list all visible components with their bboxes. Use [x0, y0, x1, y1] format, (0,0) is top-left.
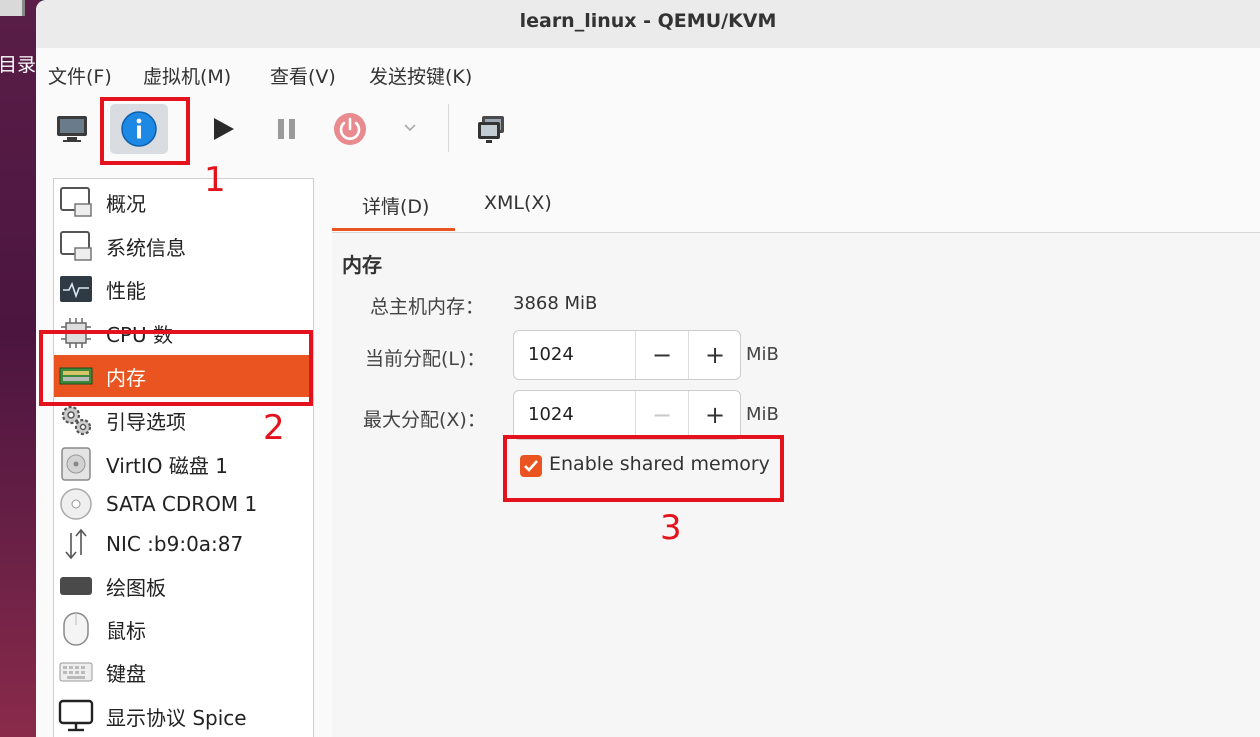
max-allocation-input[interactable]: 1024: [528, 404, 574, 425]
cdrom-icon: [58, 487, 94, 521]
annotation-number-2: 2: [263, 408, 285, 448]
memory-details-panel: 内存 总主机内存： 3868 MiB 当前分配(L)： 1024 − + MiB…: [332, 233, 1260, 737]
current-allocation-input[interactable]: 1024: [528, 344, 574, 365]
monitor-icon: [57, 116, 87, 142]
sidebar-item-virtio-disk[interactable]: VirtIO 磁盘 1: [54, 443, 313, 485]
active-tab-indicator: [332, 228, 455, 231]
sidebar-item-label: VirtIO 磁盘 1: [106, 453, 228, 478]
menu-send-key[interactable]: 发送按键(K): [369, 62, 472, 89]
toolbar-separator: [448, 104, 449, 152]
sidebar-item-label: SATA CDROM 1: [106, 492, 258, 516]
network-icon: [58, 527, 94, 561]
current-allocation-label: 当前分配(L)：: [365, 348, 486, 370]
sidebar-item-label: 显示协议 Spice: [106, 705, 247, 730]
annotation-number-3: 3: [660, 508, 682, 548]
sidebar-item-label: NIC :b9:0a:87: [106, 532, 244, 556]
current-allocation-stepper[interactable]: 1024 − +: [513, 330, 741, 380]
highlight-box-1: [100, 97, 190, 165]
desktop-top-icon: [0, 0, 25, 16]
sidebar-item-sata-cdrom[interactable]: SATA CDROM 1: [54, 483, 313, 525]
menu-view[interactable]: 查看(V): [270, 62, 336, 89]
desktop-side-label: 目录: [0, 54, 37, 76]
vm-window: learn_linux - QEMU/KVM 文件(F) 虚拟机(M) 查看(V…: [36, 0, 1260, 737]
console-view-button[interactable]: [46, 106, 98, 152]
mouse-icon: [58, 612, 94, 646]
sidebar-item-label: 概况: [106, 191, 146, 216]
sidebar-item-label: 鼠标: [106, 618, 146, 643]
pause-button[interactable]: [264, 106, 310, 152]
shutdown-menu-button[interactable]: [392, 110, 428, 146]
details-tabs: 详情(D) XML(X): [332, 180, 1260, 233]
sidebar-item-overview[interactable]: 概况: [54, 181, 313, 223]
monitor-icon: [58, 229, 94, 263]
menu-bar: 文件(F) 虚拟机(M) 查看(V) 发送按键(K): [36, 48, 1260, 96]
sidebar-item-tablet[interactable]: 绘图板: [54, 565, 313, 607]
performance-icon: [58, 272, 94, 306]
sidebar-item-nic[interactable]: NIC :b9:0a:87: [54, 523, 313, 565]
sidebar-item-keyboard[interactable]: 键盘: [54, 651, 313, 693]
decrease-button[interactable]: −: [636, 391, 688, 439]
increase-button[interactable]: +: [689, 331, 741, 379]
menu-file[interactable]: 文件(F): [48, 62, 112, 89]
desktop-background: 目录: [0, 0, 40, 737]
total-memory-value: 3868 MiB: [513, 293, 598, 314]
tab-details[interactable]: 详情(D): [362, 192, 429, 219]
increase-button[interactable]: +: [689, 391, 741, 439]
sidebar-item-label: 引导选项: [106, 409, 186, 434]
max-allocation-label: 最大分配(X)：: [363, 409, 486, 431]
window-title: learn_linux - QEMU/KVM: [519, 10, 777, 32]
play-icon: [214, 118, 234, 140]
title-bar: learn_linux - QEMU/KVM: [36, 0, 1260, 49]
tablet-icon: [58, 569, 94, 603]
highlight-box-3: [503, 435, 784, 502]
fullscreen-button[interactable]: [468, 106, 518, 152]
display-icon: [58, 699, 94, 733]
section-title: 内存: [342, 253, 382, 277]
chevron-down-icon: [404, 124, 416, 132]
run-button[interactable]: [200, 106, 246, 152]
sidebar-item-display-spice[interactable]: 显示协议 Spice: [54, 695, 313, 737]
current-allocation-unit: MiB: [746, 344, 779, 365]
keyboard-icon: [58, 655, 94, 689]
power-icon: [334, 113, 366, 145]
sidebar-item-label: 键盘: [106, 661, 146, 686]
menu-vm[interactable]: 虚拟机(M): [143, 62, 231, 89]
monitor-icon: [58, 185, 94, 219]
tab-xml[interactable]: XML(X): [484, 192, 552, 214]
max-allocation-stepper[interactable]: 1024 − +: [513, 390, 741, 440]
hardware-list: 概况 系统信息 性能 CPU 数 内存 引导选项 VirtIO 磁盘 1 SAT…: [53, 178, 314, 737]
sidebar-item-label: 性能: [106, 278, 146, 303]
sidebar-item-performance[interactable]: 性能: [54, 268, 313, 310]
max-allocation-unit: MiB: [746, 404, 779, 425]
highlight-box-2: [39, 330, 313, 406]
annotation-number-1: 1: [204, 160, 226, 200]
sidebar-item-mouse[interactable]: 鼠标: [54, 608, 313, 650]
gears-icon: [58, 403, 94, 437]
fullscreen-icon: [478, 116, 504, 143]
shutdown-button[interactable]: [326, 104, 374, 154]
decrease-button[interactable]: −: [636, 331, 688, 379]
sidebar-item-label: 绘图板: [106, 575, 166, 600]
toolbar: [36, 96, 1260, 162]
pause-icon: [278, 119, 295, 139]
disk-icon: [58, 447, 94, 481]
total-memory-label: 总主机内存：: [370, 296, 485, 318]
sidebar-item-system-info[interactable]: 系统信息: [54, 225, 313, 267]
sidebar-item-label: 系统信息: [106, 235, 186, 260]
